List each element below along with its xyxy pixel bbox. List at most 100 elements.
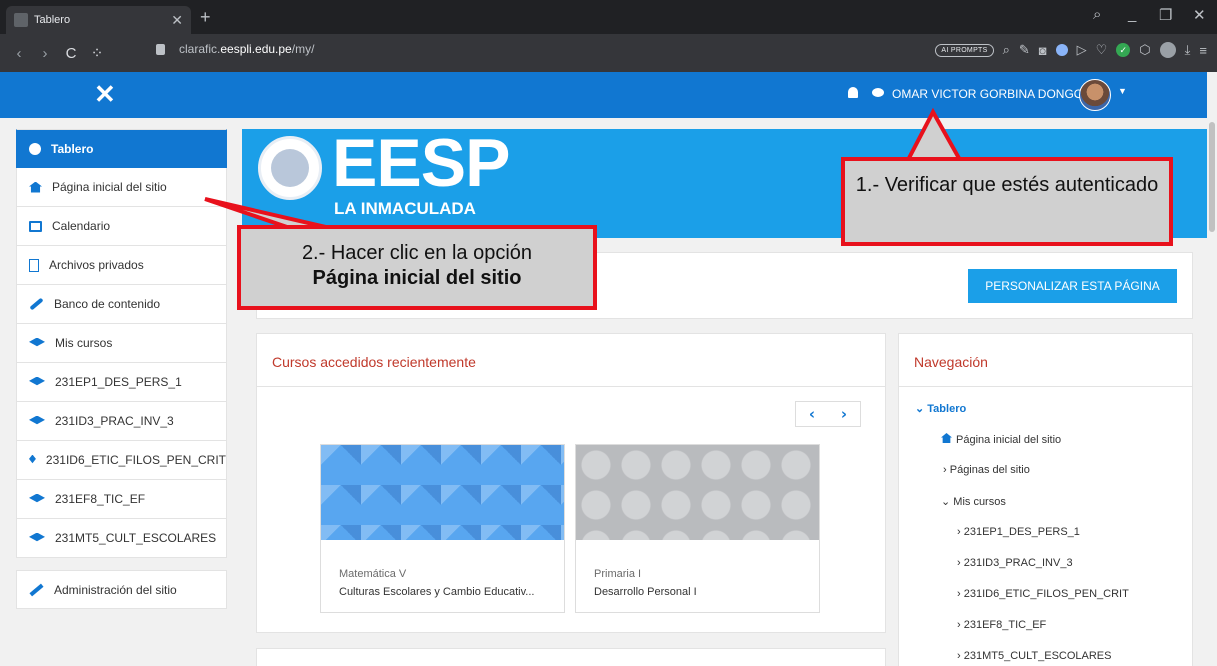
nav-tree-course[interactable]: › 231EP1_DES_PERS_1 xyxy=(957,526,1080,538)
user-name[interactable]: OMAR VICTOR GORBINA DONGO xyxy=(892,87,1083,101)
sidebar-item-label: Página inicial del sitio xyxy=(52,180,167,194)
user-menu-caret-icon[interactable]: ▼ xyxy=(1118,86,1127,96)
close-drawer-icon[interactable]: ✕ xyxy=(94,79,116,110)
new-tab-button[interactable]: + xyxy=(200,7,211,28)
browser-toolbar: ‹ › C ⁘ clarafic. eespli.edu.pe/my/ AI PR… xyxy=(0,34,1217,72)
graduation-cap-icon xyxy=(29,532,45,542)
course-card[interactable]: Matemática V Culturas Escolares y Cambio… xyxy=(320,444,565,613)
customize-page-button[interactable]: PERSONALIZAR ESTA PÁGINA xyxy=(968,269,1177,303)
messages-icon[interactable] xyxy=(872,88,884,97)
url-host: eespli.edu.pe xyxy=(220,42,292,56)
play-icon[interactable]: ▷ xyxy=(1077,42,1087,58)
callout-step-2-line1: 2.- Hacer clic en la opción xyxy=(301,242,533,264)
collapsed-chevron-icon: › xyxy=(943,464,947,476)
nav-tree-my-courses[interactable]: ⌄ Mis cursos xyxy=(941,495,1006,508)
sidebar-item-label: Mis cursos xyxy=(55,336,113,350)
ai-prompts-button[interactable]: AI PROMPTS xyxy=(935,43,994,57)
sidebar-item-course[interactable]: 231ID6_ETIC_FILOS_PEN_CRIT xyxy=(16,441,227,480)
puzzle-icon[interactable]: ⬡ xyxy=(1139,42,1150,58)
sidebar-item-label: 231MT5_CULT_ESCOLARES xyxy=(55,531,217,545)
nav-tree-course[interactable]: › 231EF8_TIC_EF xyxy=(957,619,1046,631)
site-logo-text: EESP xyxy=(332,125,510,201)
nav-drawer: Tablero Página inicial del sitio Calenda… xyxy=(16,129,227,609)
scrollbar-thumb[interactable] xyxy=(1209,122,1215,232)
course-name[interactable]: Culturas Escolares y Cambio Educativ... xyxy=(339,586,534,598)
site-favicon-icon xyxy=(14,13,28,27)
wrench-icon xyxy=(29,583,44,596)
profile-avatar-icon[interactable] xyxy=(1159,42,1176,58)
sidebar-item-label: 231ID3_PRAC_INV_3 xyxy=(55,414,174,428)
url-path: /my/ xyxy=(291,42,315,56)
nav-tree-course[interactable]: › 231ID3_PRAC_INV_3 xyxy=(957,557,1073,569)
dashboard-icon xyxy=(29,142,41,155)
sidebar-item-banco-contenido[interactable]: Banco de contenido xyxy=(16,285,227,324)
course-name[interactable]: Desarrollo Personal I xyxy=(594,586,697,598)
check-extension-icon[interactable]: ✓ xyxy=(1116,43,1131,57)
notification-bell-icon[interactable] xyxy=(848,87,858,98)
close-window-button[interactable]: ✕ xyxy=(1193,6,1206,24)
tab-close-icon[interactable]: ✕ xyxy=(171,12,183,29)
sidebar-item-pagina-inicial[interactable]: Página inicial del sitio xyxy=(16,168,227,207)
sidebar-item-course[interactable]: 231EP1_DES_PERS_1 xyxy=(16,363,227,402)
forward-button[interactable]: › xyxy=(32,45,58,62)
graduation-cap-icon xyxy=(29,454,36,464)
site-navbar: ✕ OMAR VICTOR GORBINA DONGO ▼ xyxy=(0,72,1207,118)
camera-icon[interactable]: ◙ xyxy=(1039,43,1047,58)
apps-icon[interactable]: ⁘ xyxy=(84,44,110,62)
sidebar-item-tablero[interactable]: Tablero xyxy=(16,129,227,168)
tab-search-icon[interactable]: ⌕ xyxy=(1093,6,1101,23)
home-icon xyxy=(941,433,952,443)
collapsed-chevron-icon: › xyxy=(957,557,961,569)
sidebar-item-course[interactable]: 231EF8_TIC_EF xyxy=(16,480,227,519)
heart-icon[interactable]: ♡ xyxy=(1096,42,1108,58)
reload-button[interactable]: C xyxy=(58,45,84,62)
sidebar-item-administracion[interactable]: Administración del sitio xyxy=(16,570,227,609)
callout-step-2-line2: Página inicial del sitio xyxy=(312,267,522,289)
previous-icon[interactable]: ‹ xyxy=(796,402,828,426)
course-card-image[interactable] xyxy=(576,445,819,540)
minimize-button[interactable]: _ xyxy=(1128,6,1136,23)
course-card-image[interactable] xyxy=(321,445,564,540)
menu-icon[interactable]: ≡ xyxy=(1199,43,1207,58)
address-bar[interactable]: clarafic. eespli.edu.pe/my/ xyxy=(156,42,314,56)
graduation-cap-icon xyxy=(29,337,45,347)
callout-step-1-text: 1.- Verificar que estés autenticado xyxy=(855,174,1159,196)
nav-tree-site-pages[interactable]: › Páginas del sitio xyxy=(943,464,1030,476)
shield-icon[interactable] xyxy=(1055,44,1068,56)
expanded-chevron-icon: ⌄ xyxy=(915,403,925,415)
site-logo-subtitle: LA INMACULADA xyxy=(334,199,476,218)
nav-tree-dashboard[interactable]: ⌄ Tablero xyxy=(915,402,966,415)
browser-tab[interactable]: Tablero ✕ xyxy=(6,6,191,34)
sidebar-item-course[interactable]: 231ID3_PRAC_INV_3 xyxy=(16,402,227,441)
download-icon[interactable]: ⤓ xyxy=(1185,42,1191,58)
user-avatar[interactable] xyxy=(1079,79,1111,111)
sidebar-item-mis-cursos[interactable]: Mis cursos xyxy=(16,324,227,363)
sidebar-item-label: 231EF8_TIC_EF xyxy=(55,492,146,506)
nav-tree-course[interactable]: › 231ID6_ETIC_FILOS_PEN_CRIT xyxy=(957,588,1129,600)
sidebar-item-archivos-privados[interactable]: Archivos privados xyxy=(16,246,227,285)
expanded-chevron-icon: ⌄ xyxy=(941,496,951,508)
callout-step-2: 2.- Hacer clic en la opción Página inici… xyxy=(237,225,597,310)
sidebar-item-course[interactable]: 231MT5_CULT_ESCOLARES xyxy=(16,519,227,558)
course-card[interactable]: Primaria I Desarrollo Personal I xyxy=(575,444,820,613)
nav-tree-course[interactable]: › 231MT5_CULT_ESCOLARES xyxy=(957,650,1111,662)
sidebar-item-label: Administración del sitio xyxy=(54,582,177,597)
extension-bar: AI PROMPTS ⌕ ✎ ◙ ▷ ♡ ✓ ⬡ ⤓ ≡ xyxy=(935,42,1207,58)
page-scrollbar[interactable] xyxy=(1207,72,1217,666)
recent-courses-block: Cursos accedidos recientemente ‹ › Matem… xyxy=(256,333,886,633)
search-icon[interactable]: ⌕ xyxy=(1003,42,1010,58)
navigation-title: Navegación xyxy=(914,354,988,370)
next-icon[interactable]: › xyxy=(828,402,860,426)
edit-icon[interactable]: ✎ xyxy=(1019,42,1030,58)
course-pager: ‹ › xyxy=(795,401,861,427)
restore-button[interactable]: ❐ xyxy=(1159,6,1172,24)
navigation-block: Navegación ⌄ Tablero Página inicial del … xyxy=(898,333,1193,666)
sidebar-item-label: Banco de contenido xyxy=(54,297,161,311)
back-button[interactable]: ‹ xyxy=(6,45,32,62)
sidebar-item-calendario[interactable]: Calendario xyxy=(16,207,227,246)
callout-step-1: 1.- Verificar que estés autenticado xyxy=(841,157,1173,246)
collapsed-chevron-icon: › xyxy=(957,588,961,600)
collapsed-chevron-icon: › xyxy=(957,650,961,662)
file-icon xyxy=(29,258,39,272)
nav-tree-home[interactable]: Página inicial del sitio xyxy=(941,433,1061,446)
